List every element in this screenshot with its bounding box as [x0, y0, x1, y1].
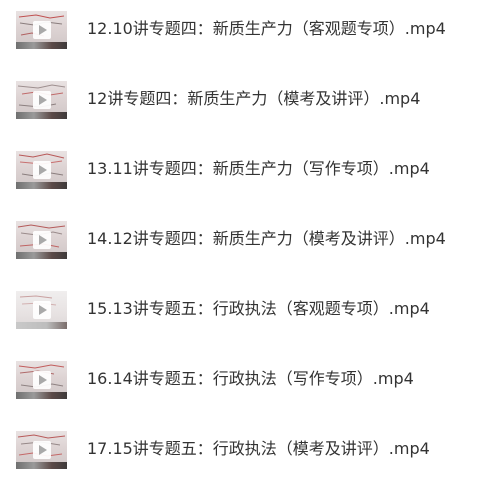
file-name[interactable]: 15.13讲专题五：行政执法（客观题专项）.mp4: [87, 299, 430, 319]
file-row[interactable]: 12讲专题四：新质生产力（模考及讲评）.mp4: [0, 80, 478, 120]
file-row[interactable]: 17.15讲专题五：行政执法（模考及讲评）.mp4: [0, 430, 478, 470]
file-row[interactable]: 15.13讲专题五：行政执法（客观题专项）.mp4: [0, 290, 478, 330]
video-thumbnail[interactable]: [16, 11, 67, 49]
file-name[interactable]: 17.15讲专题五：行政执法（模考及讲评）.mp4: [87, 439, 430, 459]
video-thumbnail[interactable]: [16, 431, 67, 469]
thumbnail-bottom-strip: [16, 42, 67, 49]
file-row[interactable]: 13.11讲专题四：新质生产力（写作专项）.mp4: [0, 150, 478, 190]
file-row[interactable]: 16.14讲专题五：行政执法（写作专项）.mp4: [0, 360, 478, 400]
thumbnail-bottom-strip: [16, 462, 67, 469]
file-row[interactable]: 12.10讲专题四：新质生产力（客观题专项）.mp4: [0, 10, 478, 50]
file-name[interactable]: 12讲专题四：新质生产力（模考及讲评）.mp4: [87, 89, 420, 109]
thumbnail-bottom-strip: [16, 252, 67, 259]
play-icon: [33, 301, 51, 319]
video-thumbnail[interactable]: [16, 361, 67, 399]
file-name[interactable]: 16.14讲专题五：行政执法（写作专项）.mp4: [87, 369, 414, 389]
thumbnail-bottom-strip: [16, 112, 67, 119]
file-row[interactable]: 14.12讲专题四：新质生产力（模考及讲评）.mp4: [0, 220, 478, 260]
file-name[interactable]: 14.12讲专题四：新质生产力（模考及讲评）.mp4: [87, 229, 446, 249]
thumbnail-bottom-strip: [16, 392, 67, 399]
play-icon: [33, 161, 51, 179]
thumbnail-bottom-strip: [16, 322, 67, 329]
file-name[interactable]: 12.10讲专题四：新质生产力（客观题专项）.mp4: [87, 19, 446, 39]
video-thumbnail[interactable]: [16, 151, 67, 189]
video-thumbnail[interactable]: [16, 221, 67, 259]
video-thumbnail[interactable]: [16, 291, 67, 329]
play-icon: [33, 441, 51, 459]
play-icon: [33, 21, 51, 39]
video-thumbnail[interactable]: [16, 81, 67, 119]
thumbnail-bottom-strip: [16, 182, 67, 189]
play-icon: [33, 231, 51, 249]
play-icon: [33, 371, 51, 389]
file-name[interactable]: 13.11讲专题四：新质生产力（写作专项）.mp4: [87, 159, 430, 179]
play-icon: [33, 91, 51, 109]
video-file-list: 12.10讲专题四：新质生产力（客观题专项）.mp4 12讲专题四：新质生产力（…: [0, 0, 478, 493]
